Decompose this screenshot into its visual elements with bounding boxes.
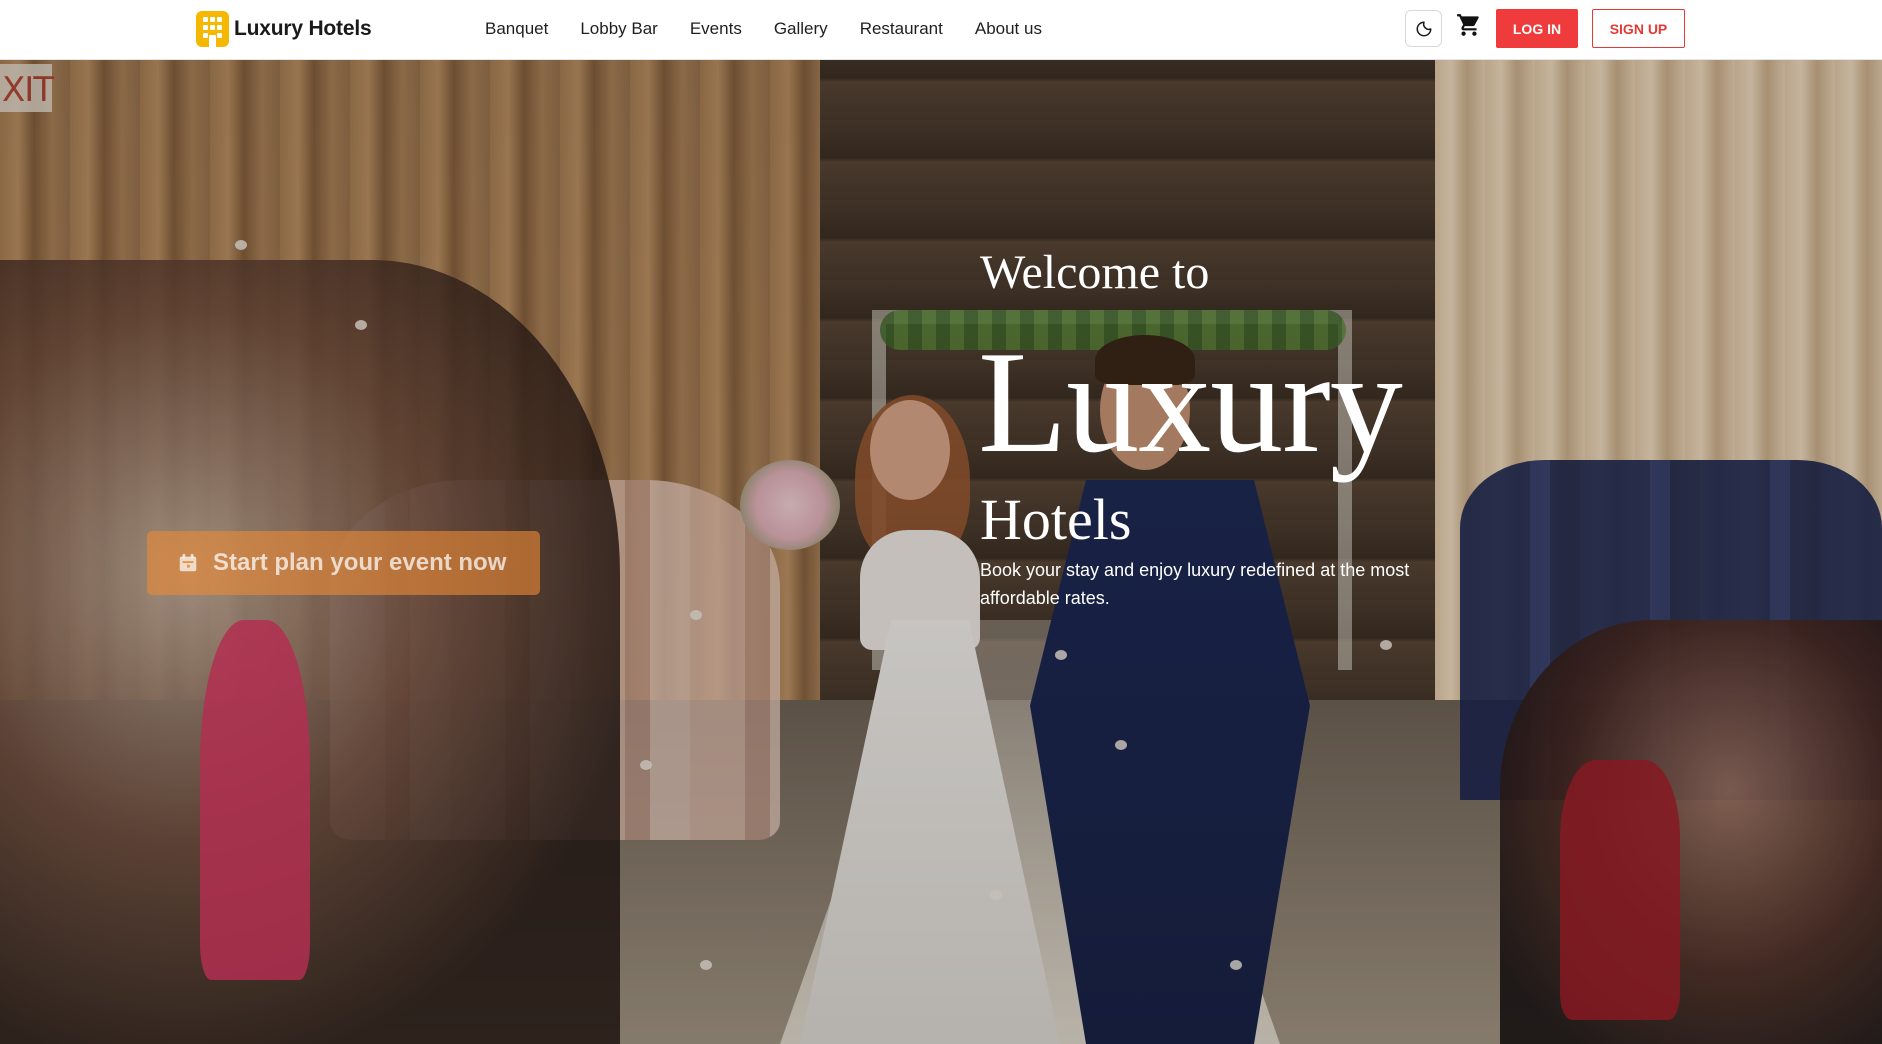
- hero-section: XIT Welcome to Luxury Hotels Book your s…: [0, 60, 1882, 1044]
- nav-link-about-us[interactable]: About us: [975, 19, 1042, 39]
- nav-link-banquet[interactable]: Banquet: [485, 19, 548, 39]
- hero-welcome-text: Welcome to: [980, 246, 1210, 299]
- hero-subtitle: Book your stay and enjoy luxury redefine…: [980, 560, 1410, 608]
- signup-button[interactable]: SIGN UP: [1592, 9, 1685, 48]
- theme-toggle-button[interactable]: [1405, 10, 1442, 47]
- login-button[interactable]: LOG IN: [1496, 9, 1578, 48]
- moon-icon: [1416, 21, 1431, 36]
- hotel-building-icon: [196, 11, 229, 47]
- nav-link-lobby-bar[interactable]: Lobby Bar: [580, 19, 658, 39]
- nav-link-gallery[interactable]: Gallery: [774, 19, 828, 39]
- cta-label: Start plan your event now: [213, 549, 507, 576]
- shopping-cart-icon: [1457, 14, 1479, 36]
- nav-link-events[interactable]: Events: [690, 19, 742, 39]
- brand-logo-link[interactable]: Luxury Hotels: [196, 10, 372, 48]
- main-nav: Banquet Lobby Bar Events Gallery Restaur…: [485, 0, 1074, 57]
- cart-button[interactable]: [1456, 12, 1486, 42]
- hero-title-luxury: Luxury: [978, 321, 1403, 483]
- start-plan-event-button[interactable]: Start plan your event now: [147, 531, 540, 595]
- nav-link-restaurant[interactable]: Restaurant: [860, 19, 943, 39]
- calendar-icon: [179, 553, 197, 572]
- top-navbar: Luxury Hotels Banquet Lobby Bar Events G…: [0, 0, 1882, 60]
- brand-name: Luxury Hotels: [234, 17, 372, 40]
- hero-title-hotels: Hotels: [980, 487, 1132, 552]
